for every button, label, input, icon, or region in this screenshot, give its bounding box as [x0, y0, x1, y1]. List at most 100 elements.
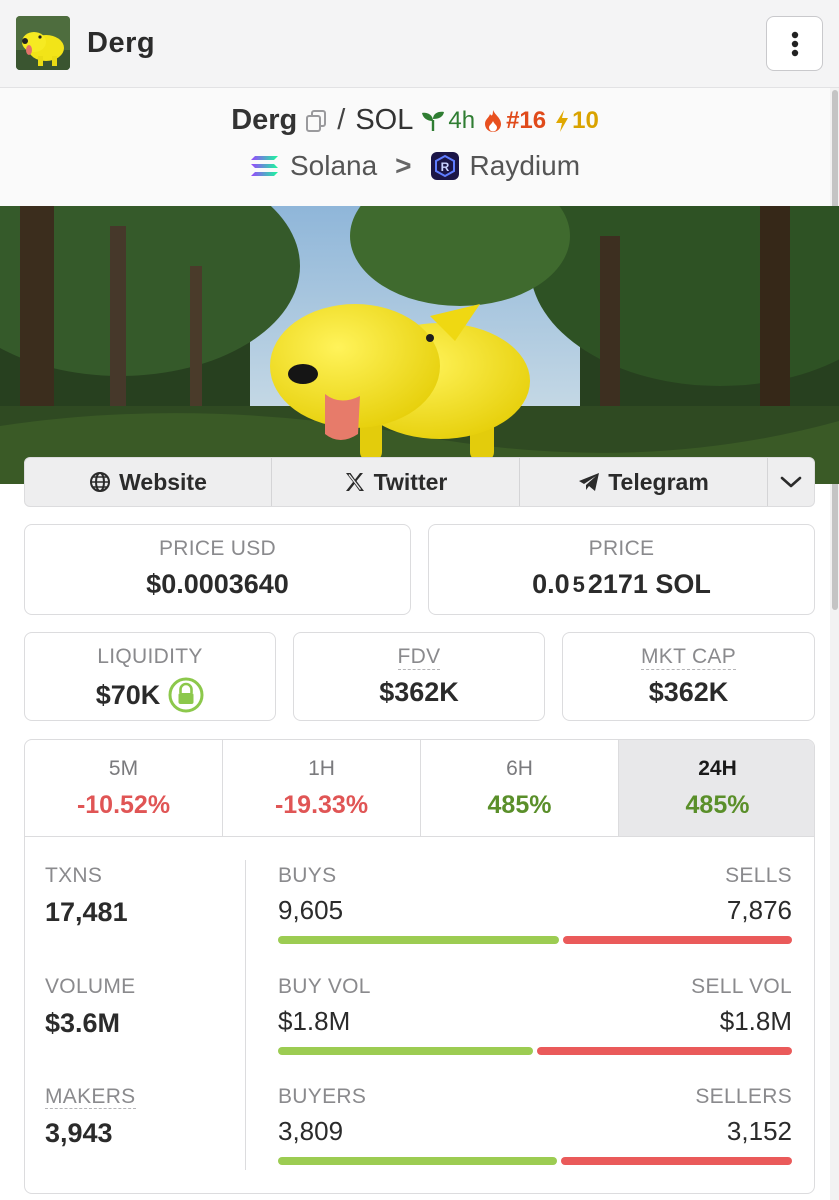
price-usd-label: PRICE USD: [158, 537, 277, 560]
market-cap-label-text: MKT CAP: [640, 645, 737, 670]
pair-age: 4h: [421, 107, 475, 135]
lock-icon[interactable]: [168, 677, 204, 713]
tab-label: 24H: [698, 757, 737, 780]
x-logo-icon: [345, 473, 364, 491]
chain-link[interactable]: Solana: [290, 150, 377, 182]
tab-1h[interactable]: 1H -19.33%: [223, 740, 421, 836]
buys-bar: [278, 936, 559, 944]
pair-title: Derg / SOL 4h #16 10: [0, 104, 830, 137]
website-link[interactable]: Website: [25, 458, 272, 506]
tab-change: 485%: [685, 791, 750, 819]
price-native-zero-count: 5: [572, 571, 585, 597]
market-cap-card: MKT CAP $362K: [562, 632, 815, 721]
raydium-icon: R: [430, 152, 459, 180]
buys-label: BUYS: [278, 864, 337, 887]
buyers-sellers-stat: BUYERS SELLERS 3,809 3,152: [278, 1085, 792, 1165]
txns-label: TXNS: [45, 864, 103, 887]
svg-text:R: R: [440, 160, 449, 174]
buyers-sellers-ratio-bar: [278, 1157, 792, 1165]
breadcrumb-chevron: >: [395, 150, 412, 181]
makers-label-text: MAKERS: [45, 1085, 136, 1109]
twitter-link[interactable]: Twitter: [272, 458, 520, 506]
solana-icon: [250, 156, 278, 176]
makers-label[interactable]: MAKERS: [45, 1085, 136, 1109]
buyers-bar: [278, 1157, 558, 1165]
liquidity-label: LIQUIDITY: [97, 645, 203, 668]
buys-value: 9,605: [278, 895, 344, 925]
telegram-link[interactable]: Telegram: [520, 458, 768, 506]
sprout-icon: [422, 111, 445, 131]
tab-label: 5M: [108, 757, 139, 780]
lightning-icon: [556, 109, 569, 132]
sellers-label: SELLERS: [695, 1085, 792, 1108]
token-name: Derg: [87, 27, 156, 59]
copy-icon[interactable]: [305, 109, 327, 133]
base-symbol: Derg: [231, 104, 298, 136]
price-usd-value: $0.0003640: [146, 569, 289, 599]
twitter-label: Twitter: [373, 468, 448, 495]
fdv-card: FDV $362K: [293, 632, 545, 721]
price-native-label: PRICE: [588, 537, 655, 560]
market-cap-value: $362K: [648, 677, 729, 707]
tab-24h[interactable]: 24H 485%: [619, 740, 814, 836]
sell-vol-label: SELL VOL: [691, 975, 792, 998]
more-links-button[interactable]: [768, 458, 814, 506]
token-avatar[interactable]: [16, 16, 70, 70]
website-label: Website: [119, 468, 207, 495]
timeframe-stats-panel: 5M -10.52% 1H -19.33% 6H 485% 24H 485% T…: [24, 739, 815, 1194]
buys-sells-stat: BUYS SELLS 9,605 7,876: [278, 864, 792, 944]
fdv-value: $362K: [379, 677, 459, 707]
sells-bar: [562, 936, 792, 944]
liquidity-card: LIQUIDITY $70K: [24, 632, 276, 721]
buy-sell-volume-ratio-bar: [278, 1047, 792, 1055]
chevron-down-icon: [780, 476, 802, 488]
buys-sells-ratio-bar: [278, 936, 792, 944]
tab-change: -19.33%: [274, 791, 369, 819]
market-cap-label[interactable]: MKT CAP: [563, 645, 814, 670]
price-usd-card: PRICE USD $0.0003640: [24, 524, 411, 615]
quote-symbol: SOL: [355, 104, 414, 136]
buyers-value: 3,809: [278, 1116, 344, 1146]
volume-label: VOLUME: [45, 975, 136, 998]
telegram-icon: [579, 473, 600, 491]
column-divider: [245, 860, 246, 1170]
tab-label: 6H: [506, 757, 533, 780]
chain-breadcrumb: Solana > R Raydium: [0, 150, 830, 182]
timeframe-tabs: 5M -10.52% 1H -19.33% 6H 485% 24H 485%: [25, 740, 814, 837]
buy-sell-volume-stat: BUY VOL SELL VOL $1.8M $1.8M: [278, 975, 792, 1055]
tab-label: 1H: [308, 757, 335, 780]
trending-rank-value: #16: [506, 106, 547, 134]
price-native-digits: 2171 SOL: [587, 569, 711, 599]
telegram-label: Telegram: [608, 468, 709, 495]
boost-count[interactable]: 10: [554, 107, 599, 135]
dex-link[interactable]: Raydium: [470, 150, 580, 182]
flame-icon: [485, 109, 502, 132]
sell-vol-value: $1.8M: [719, 1006, 792, 1036]
top-bar: Derg: [0, 0, 839, 88]
tab-5m[interactable]: 5M -10.52%: [25, 740, 223, 836]
tab-6h[interactable]: 6H 485%: [421, 740, 619, 836]
txns-stat: TXNS 17,481: [45, 864, 128, 928]
tab-change: 485%: [487, 791, 552, 819]
sells-label: SELLS: [725, 864, 792, 887]
sell-vol-bar: [537, 1047, 792, 1055]
token-banner-image: [0, 206, 839, 484]
buy-vol-bar: [278, 1047, 533, 1055]
boost-count-value: 10: [572, 106, 599, 134]
kebab-menu-icon: [791, 31, 798, 56]
fdv-label-text: FDV: [397, 645, 441, 670]
buyers-label: BUYERS: [278, 1085, 367, 1108]
volume-value: $3.6M: [45, 1008, 121, 1038]
trending-rank[interactable]: #16: [483, 107, 546, 135]
kebab-menu-button[interactable]: [766, 16, 823, 71]
txns-value: 17,481: [45, 897, 128, 927]
buy-vol-value: $1.8M: [278, 1006, 351, 1036]
price-native-prefix: 0.0: [532, 569, 570, 599]
volume-stat: VOLUME $3.6M: [45, 975, 136, 1039]
sellers-bar: [561, 1157, 792, 1165]
makers-value: 3,943: [45, 1118, 113, 1148]
sells-value: 7,876: [726, 895, 792, 925]
globe-icon: [90, 472, 111, 492]
liquidity-value-row: $70K: [25, 677, 275, 713]
fdv-label[interactable]: FDV: [294, 645, 544, 670]
